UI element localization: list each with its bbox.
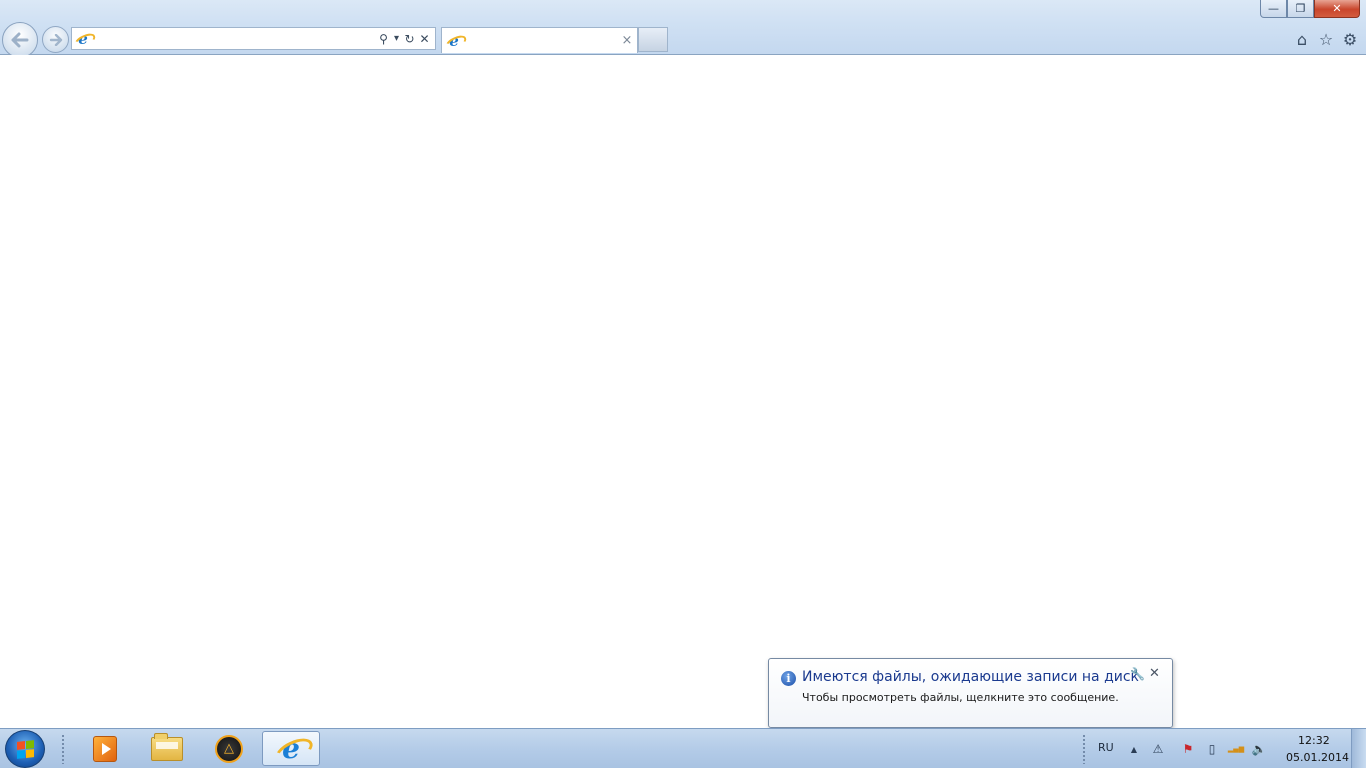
language-indicator[interactable]: RU [1098,741,1114,754]
start-button[interactable] [5,730,45,768]
address-input[interactable] [91,29,376,48]
taskbar: △ e RU ▲ ⚠ ⚑ ▯ ▂▄▆ 🔈 12:32 05.01.2014 [0,728,1366,768]
pending-files-notification[interactable]: i Имеются файлы, ожидающие записи на дис… [768,658,1173,728]
taskbar-windows-media-player[interactable] [78,731,132,766]
taskbar-windows-explorer[interactable] [140,731,194,766]
internet-explorer-icon: e [276,732,306,765]
stop-icon[interactable]: ✕ [417,29,432,48]
taskbar-gripper[interactable] [61,734,65,764]
media-player-icon [93,735,117,762]
show-hidden-icons-icon[interactable]: ▲ [1126,741,1142,757]
close-window-button[interactable]: ✕ [1314,0,1360,18]
favorites-star-icon[interactable]: ☆ [1316,29,1336,49]
clock-date[interactable]: 05.01.2014 [1286,751,1349,764]
windows-logo-icon [16,739,34,759]
command-icons: ⌂ ☆ ⚙ [1292,29,1360,49]
taskbar-aimp[interactable]: △ [202,731,256,766]
new-tab-button[interactable] [638,27,668,52]
wrench-icon[interactable]: 🔧 [1130,667,1145,681]
back-arrow-icon [11,32,29,48]
notification-close-icon[interactable]: ✕ [1149,666,1160,681]
battery-icon[interactable]: ▯ [1204,741,1220,757]
minimize-button[interactable]: — [1260,0,1287,18]
tab-active[interactable]: e × [441,27,638,53]
tab-close-icon[interactable]: × [619,33,635,48]
pending-files-tray-icon[interactable]: ⚠ [1150,741,1166,757]
search-icon[interactable]: ⚲ [376,29,391,48]
action-center-flag-icon[interactable]: ⚑ [1180,741,1196,757]
aimp-icon: △ [215,734,243,763]
restore-button[interactable]: ❐ [1287,0,1314,18]
notification-text: Чтобы просмотреть файлы, щелкните это со… [802,691,1119,704]
browser-chrome: — ❐ ✕ e ⚲ ▾ ↻ ✕ e × ⌂ ☆ ⚙ [0,0,1366,58]
notification-title: Имеются файлы, ожидающие записи на диск [802,669,1140,685]
volume-icon[interactable]: 🔈 [1251,741,1267,757]
address-bar: e ⚲ ▾ ↻ ✕ [71,27,436,50]
address-dropdown-icon[interactable]: ▾ [391,29,402,48]
taskbar-internet-explorer[interactable]: e [262,731,320,766]
back-button[interactable] [2,22,38,58]
show-desktop-button[interactable] [1351,729,1366,768]
ie-page-icon: e [75,31,91,47]
home-icon[interactable]: ⌂ [1292,29,1312,49]
info-icon: i [781,671,796,686]
tab-ie-icon: e [446,33,462,49]
tools-gear-icon[interactable]: ⚙ [1340,29,1360,49]
page-content[interactable] [0,55,1366,728]
clock-time[interactable]: 12:32 [1298,734,1330,747]
forward-button[interactable] [42,26,69,53]
refresh-icon[interactable]: ↻ [402,29,417,48]
folder-icon [151,732,183,761]
forward-arrow-icon [49,33,62,46]
tray-gripper[interactable] [1082,734,1086,764]
window-caption-buttons: — ❐ ✕ [1260,0,1360,19]
network-signal-icon[interactable]: ▂▄▆ [1228,741,1244,757]
